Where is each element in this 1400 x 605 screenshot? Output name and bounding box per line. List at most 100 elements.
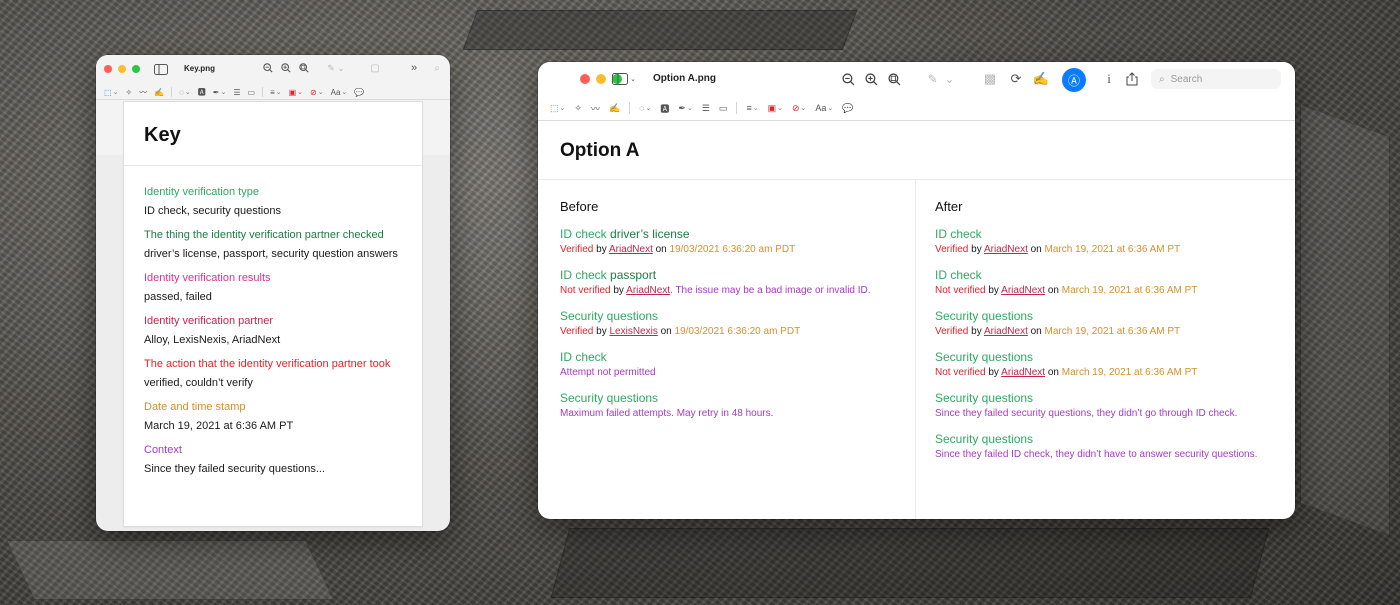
detail-timestamp: March 19, 2021 at 6:36 AM PT — [1061, 367, 1198, 378]
key-legend-list: Identity verification type ID check, secu… — [144, 185, 416, 486]
rotate-icon[interactable]: ▢ — [368, 61, 382, 75]
entry-detail: Verified by AriadNext on March 19, 2021 … — [935, 325, 1285, 339]
instant-alpha-icon[interactable]: ✧ — [574, 103, 582, 114]
partner-link[interactable]: AriadNext — [626, 285, 670, 296]
zoom-in-icon[interactable] — [863, 71, 879, 87]
rect-select-icon[interactable]: ⬚ ⌄ — [550, 103, 565, 114]
entry-detail: Not verified by AriadNext on March 19, 2… — [935, 366, 1285, 380]
chevron-double-right-icon[interactable]: » — [407, 61, 421, 75]
pen-icon[interactable]: ✎ ⌄ — [324, 61, 348, 75]
shapes-icon[interactable]: ◌ ⌄ — [179, 88, 191, 97]
before-entries: ID check driver’s license Verified by Ari… — [560, 227, 910, 432]
text-style-icon[interactable]: Aa ⌄ — [331, 88, 348, 97]
close-button[interactable] — [580, 74, 590, 84]
shapes-icon[interactable]: ◌ ⌄ — [639, 103, 651, 113]
key-item-label: Identity verification type — [144, 186, 259, 198]
partner-link[interactable]: AriadNext — [984, 244, 1028, 255]
after-column: After ID check Verified by AriadNext on M… — [935, 199, 1285, 473]
detail-text: on — [657, 326, 675, 337]
zoom-in-icon[interactable] — [280, 62, 292, 74]
sign-icon[interactable]: ✒ ⌄ — [678, 103, 692, 114]
fill-color-icon[interactable]: ⊘ ⌄ — [310, 88, 324, 97]
markup-icon[interactable]: Ⓐ — [1062, 68, 1086, 92]
adjust-size-icon[interactable]: ▭ — [248, 88, 256, 97]
key-item: The action that the identity verificatio… — [144, 357, 416, 400]
partner-link[interactable]: AriadNext — [984, 326, 1028, 337]
close-button[interactable] — [104, 65, 112, 73]
detail-text: by — [985, 367, 1002, 378]
minimize-button[interactable] — [118, 65, 126, 73]
minimize-button[interactable] — [596, 74, 606, 84]
share-icon[interactable] — [1124, 71, 1140, 87]
verification-entry: ID check Attempt not permitted — [560, 350, 910, 391]
key-item-value: March 19, 2021 at 6:36 AM PT — [144, 420, 294, 432]
line-style-icon[interactable]: ≡ ⌄ — [270, 88, 282, 97]
sketch-icon[interactable]: 〰 — [139, 87, 147, 98]
draw-icon[interactable]: ✍ — [609, 103, 620, 114]
verification-entry: Security questions Verified by LexisNexis… — [560, 309, 910, 350]
fill-color-icon[interactable]: ⊘ ⌄ — [792, 103, 806, 114]
sidebar-toggle-icon[interactable] — [152, 62, 170, 76]
verification-type: Security questions — [935, 432, 1034, 446]
search-field[interactable]: ⌕ Search — [1151, 69, 1281, 89]
sign-icon[interactable]: ✒ ⌄ — [213, 88, 227, 97]
draw-icon[interactable]: ✍ — [154, 88, 164, 97]
toolbar-divider — [538, 120, 1295, 121]
border-color-icon[interactable]: ▣ ⌄ — [289, 88, 303, 97]
zoom-out-icon[interactable] — [840, 71, 856, 87]
text-box-icon[interactable]: 🅰 — [660, 102, 669, 115]
detail-timestamp: March 19, 2021 at 6:36 AM PT — [1044, 244, 1181, 255]
signature-icon[interactable]: ✍ — [1032, 71, 1050, 87]
description-icon[interactable]: 💬 — [354, 88, 364, 97]
sketch-icon[interactable]: 〰 — [591, 102, 600, 115]
text-style-icon[interactable]: Aa ⌄ — [815, 103, 833, 113]
description-icon[interactable]: 💬 — [842, 103, 853, 114]
zoom-fit-icon[interactable] — [886, 71, 902, 87]
crop-icon[interactable]: ▩ — [981, 71, 999, 87]
key-item: Context Since they failed security questi… — [144, 443, 416, 486]
info-icon[interactable]: i — [1101, 71, 1117, 87]
zoom-button[interactable] — [132, 65, 140, 73]
before-heading: Before — [560, 199, 599, 214]
verification-type: ID check — [560, 350, 607, 364]
search-icon[interactable]: ⌕ — [430, 61, 444, 75]
entry-type: Security questions — [935, 309, 1285, 324]
detail-text: on — [1027, 244, 1045, 255]
rotate-icon[interactable]: ⟳ — [1007, 71, 1025, 87]
line-style-icon[interactable]: ≡ ⌄ — [746, 103, 758, 113]
key-item-label: Date and time stamp — [144, 401, 246, 413]
column-divider — [915, 180, 916, 519]
adjust-color-icon[interactable]: ☰ — [233, 88, 240, 97]
key-document: Key Identity verification type ID check, … — [124, 102, 422, 526]
before-column: Before ID check driver’s license Verified… — [560, 199, 910, 432]
detail-text: by — [610, 285, 627, 296]
verification-entry: ID check Not verified by AriadNext on Mar… — [935, 268, 1285, 309]
pen-icon[interactable]: ✎ ⌄ — [920, 70, 962, 88]
window-title: Option A.png — [653, 73, 716, 84]
partner-link[interactable]: AriadNext — [609, 244, 653, 255]
detail-action: Verified — [560, 326, 594, 337]
adjust-size-icon[interactable]: ▭ — [719, 103, 728, 114]
window-title: Key.png — [184, 64, 215, 73]
partner-link[interactable]: LexisNexis — [609, 326, 657, 337]
border-color-icon[interactable]: ▣ ⌄ — [768, 103, 783, 114]
entry-detail: Since they failed ID check, they didn’t … — [935, 448, 1285, 462]
zoom-fit-icon[interactable] — [298, 62, 310, 74]
entry-type: Security questions — [560, 309, 910, 324]
rect-select-icon[interactable]: ⬚ ⌄ — [104, 88, 118, 97]
sidebar-toggle-icon[interactable]: ⌄ — [612, 71, 636, 87]
zoom-out-icon[interactable] — [262, 62, 274, 74]
verification-type: Security questions — [935, 391, 1034, 405]
detail-text: by — [593, 244, 609, 255]
text-box-icon[interactable]: 🅰 — [198, 87, 206, 98]
search-icon: ⌕ — [1159, 73, 1165, 85]
detail-timestamp: 19/03/2021 6:36:20 am PDT — [674, 326, 801, 337]
partner-link[interactable]: AriadNext — [1001, 367, 1045, 378]
adjust-color-icon[interactable]: ☰ — [702, 103, 710, 114]
entry-type: ID check — [935, 227, 1285, 242]
entry-detail: Verified by LexisNexis on 19/03/2021 6:3… — [560, 325, 910, 339]
key-item-value: Alloy, LexisNexis, AriadNext — [144, 334, 281, 346]
verification-type: Security questions — [935, 309, 1034, 323]
instant-alpha-icon[interactable]: ✧ — [125, 88, 132, 97]
partner-link[interactable]: AriadNext — [1001, 285, 1045, 296]
